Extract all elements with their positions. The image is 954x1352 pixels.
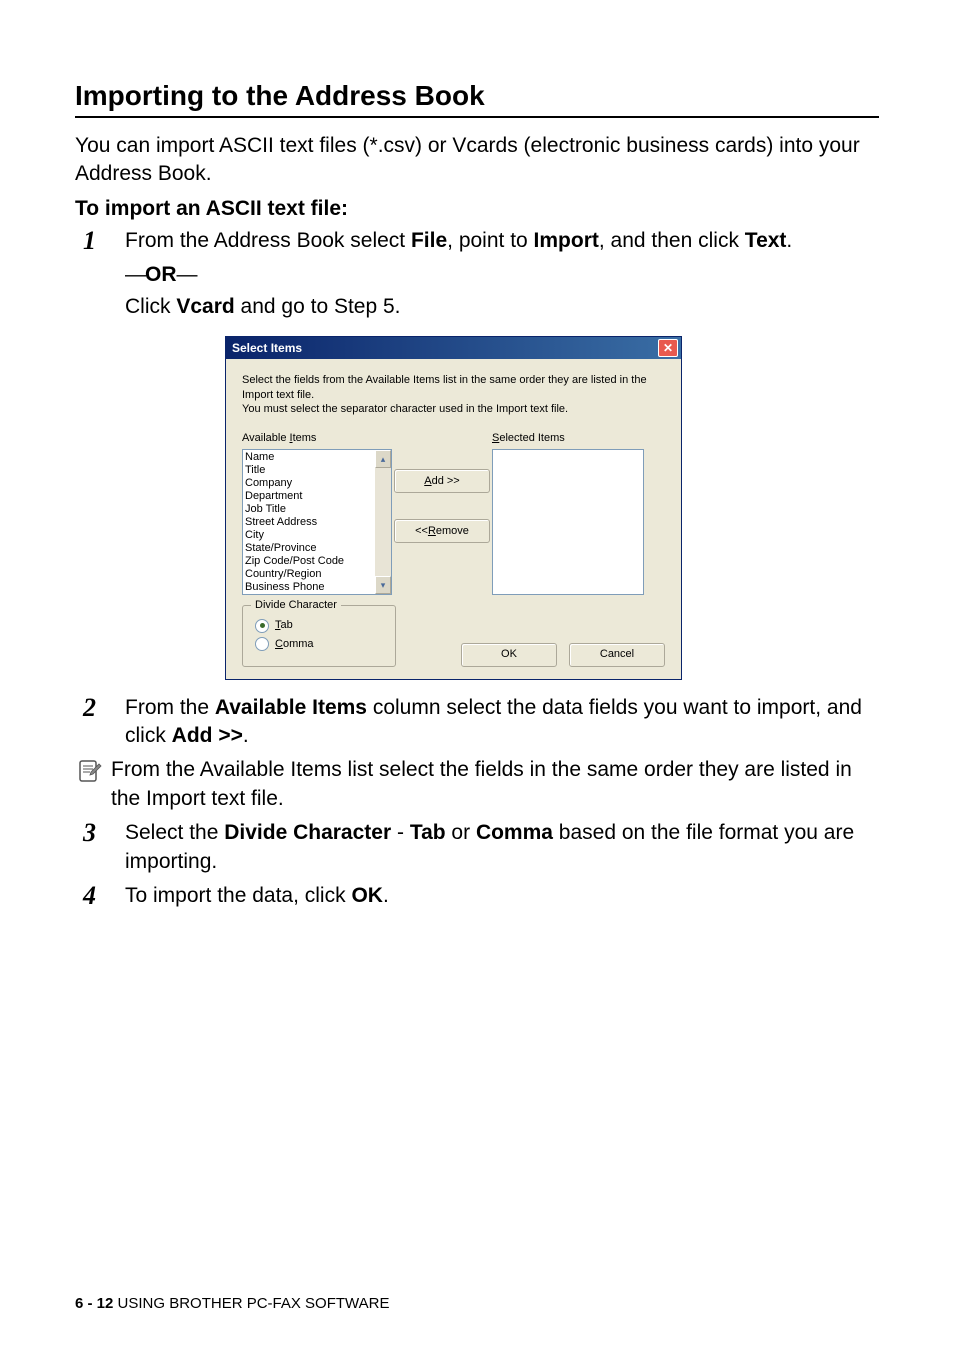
radio-comma[interactable]: Comma bbox=[255, 637, 383, 652]
list-item[interactable]: Zip Code/Post Code bbox=[245, 555, 389, 568]
step-number: 4 bbox=[83, 878, 96, 913]
list-item[interactable]: Job Title bbox=[245, 503, 389, 516]
available-items-label: Available Items bbox=[242, 431, 392, 446]
dialog-instructions: Select the fields from the Available Ite… bbox=[242, 373, 665, 418]
available-items-listbox[interactable]: Name Title Company Department Job Title … bbox=[242, 449, 392, 595]
close-icon[interactable]: ✕ bbox=[658, 339, 678, 357]
step-1: 1 From the Address Book select File, poi… bbox=[75, 227, 879, 680]
selected-items-listbox[interactable] bbox=[492, 449, 644, 595]
fieldset-legend: Divide Character bbox=[251, 598, 341, 613]
list-item[interactable]: City bbox=[245, 529, 389, 542]
list-item[interactable]: State/Province bbox=[245, 542, 389, 555]
scroll-down-icon[interactable]: ▾ bbox=[375, 576, 391, 594]
list-item[interactable]: Title bbox=[245, 464, 389, 477]
step-number: 1 bbox=[83, 223, 96, 258]
radio-tab[interactable]: Tab bbox=[255, 618, 383, 633]
step-number: 3 bbox=[83, 815, 96, 850]
step-number: 2 bbox=[83, 690, 96, 725]
note: From the Available Items list select the… bbox=[75, 756, 879, 813]
intro-text: You can import ASCII text files (*.csv) … bbox=[75, 132, 879, 189]
add-button[interactable]: Add >> bbox=[394, 469, 490, 493]
list-item[interactable]: Name bbox=[245, 451, 389, 464]
select-items-dialog: Select Items ✕ Select the fields from th… bbox=[225, 336, 682, 680]
divide-character-group: Divide Character Tab Comma bbox=[242, 605, 396, 667]
list-item[interactable]: Company bbox=[245, 477, 389, 490]
selected-items-label: Selected Items bbox=[492, 431, 644, 446]
step-4: 4 To import the data, click OK. bbox=[75, 882, 879, 910]
radio-icon[interactable] bbox=[255, 637, 269, 651]
page-title: Importing to the Address Book bbox=[75, 80, 879, 112]
dialog-titlebar: Select Items ✕ bbox=[226, 337, 681, 359]
remove-button[interactable]: << Remove bbox=[394, 519, 490, 543]
title-rule bbox=[75, 116, 879, 118]
list-item[interactable]: Business Phone bbox=[245, 581, 389, 594]
footer-label: USING BROTHER PC-FAX SOFTWARE bbox=[113, 1295, 389, 1312]
ok-button[interactable]: OK bbox=[461, 643, 557, 667]
note-text: From the Available Items list select the… bbox=[111, 756, 879, 813]
radio-icon[interactable] bbox=[255, 619, 269, 633]
step-3: 3 Select the Divide Character - Tab or C… bbox=[75, 819, 879, 876]
dialog-title: Select Items bbox=[232, 340, 302, 356]
list-item[interactable]: Street Address bbox=[245, 516, 389, 529]
page-number: 6 - 12 bbox=[75, 1295, 113, 1312]
cancel-button[interactable]: Cancel bbox=[569, 643, 665, 667]
scrollbar[interactable]: ▴ ▾ bbox=[375, 450, 391, 594]
scroll-up-icon[interactable]: ▴ bbox=[375, 450, 391, 468]
step-2: 2 From the Available Items column select… bbox=[75, 694, 879, 751]
note-icon bbox=[75, 758, 103, 786]
list-item[interactable]: Country/Region bbox=[245, 568, 389, 581]
list-item[interactable]: Department bbox=[245, 490, 389, 503]
bold: File bbox=[411, 229, 447, 252]
subheading: To import an ASCII text file: bbox=[75, 197, 879, 221]
page-footer: 6 - 12 USING BROTHER PC-FAX SOFTWARE bbox=[75, 1295, 390, 1312]
or-separator: —OR— bbox=[125, 261, 879, 289]
step-text: From the Address Book select bbox=[125, 229, 411, 252]
